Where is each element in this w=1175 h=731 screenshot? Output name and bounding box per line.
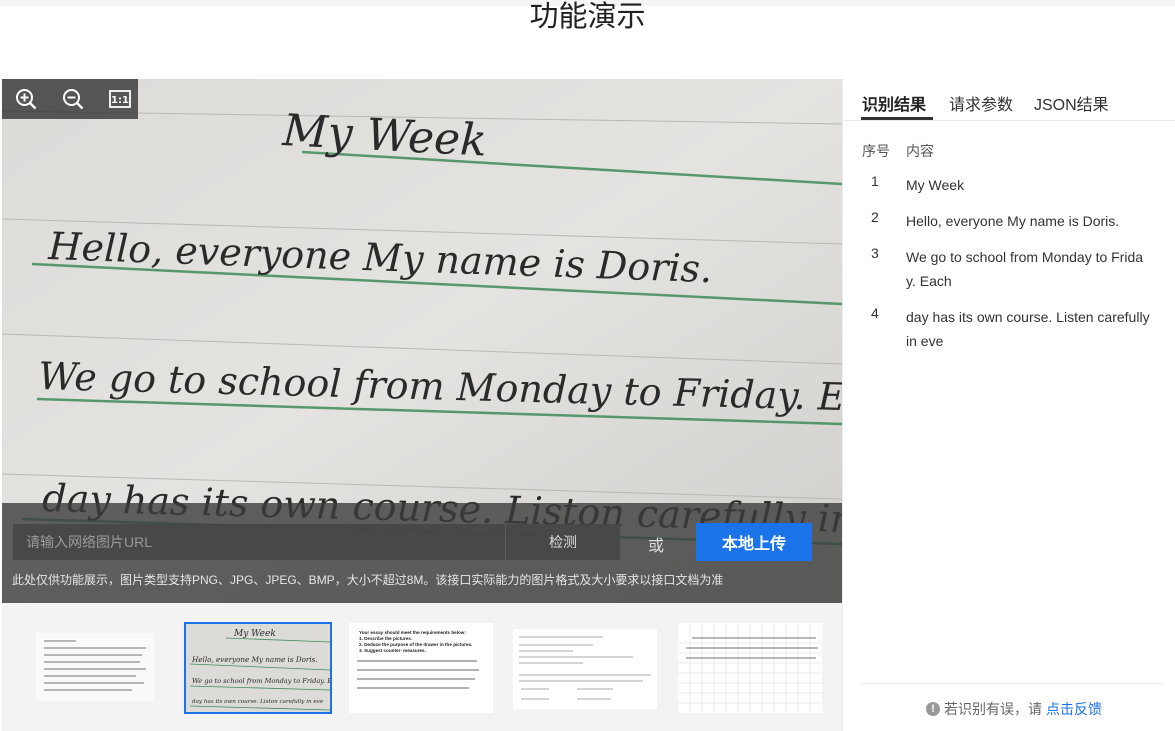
svg-text:Your essay should meet the req: Your essay should meet the requirements … [359, 630, 466, 635]
zoom-out-icon [63, 89, 84, 110]
zoom-out-button[interactable] [61, 87, 85, 111]
detect-button[interactable]: 检测 [505, 524, 620, 560]
url-input[interactable] [13, 524, 505, 560]
zoom-in-button[interactable] [14, 87, 38, 111]
info-icon: ! [926, 702, 940, 716]
row-index: 1 [871, 173, 879, 189]
thumbnail-my-week[interactable]: My Week Hello, everyone My name is Doris… [184, 622, 332, 714]
svg-text:We go to school from Monday to: We go to school from Monday to Friday. E… [192, 677, 330, 685]
tab-recognition-result[interactable]: 识别结果 [862, 91, 926, 115]
result-panel: 识别结果 请求参数 JSON结果 序号 内容 1 My Week 2 Hello… [842, 79, 1175, 731]
row-index: 3 [871, 245, 879, 261]
svg-text:day has its own course. Liston: day has its own course. Liston carefully… [192, 699, 324, 705]
row-text: We go to school from Monday to Friday. E… [906, 249, 1144, 289]
thumbnail-math[interactable] [513, 629, 657, 709]
tab-request-params[interactable]: 请求参数 [949, 91, 1013, 115]
row-index: 2 [871, 209, 879, 225]
result-tabs: 识别结果 请求参数 JSON结果 [843, 79, 1175, 121]
upload-overlay: 检测 或 本地上传 此处仅供功能展示，图片类型支持PNG、JPG、JPEG、BM… [2, 503, 842, 603]
row-text: My Week [906, 177, 965, 193]
image-preview: My Week Hello, everyone My name is Doris… [2, 79, 842, 603]
svg-text:1. Describe the pictures.: 1. Describe the pictures. [359, 636, 412, 641]
feedback-prefix: 若识别有误，请 [944, 701, 1042, 717]
handwriting-line-1: My Week [280, 105, 488, 167]
local-upload-button[interactable]: 本地上传 [696, 523, 812, 561]
row-index: 4 [871, 305, 879, 321]
svg-text:My Week: My Week [233, 629, 276, 639]
thumbnail-strip: My Week Hello, everyone My name is Doris… [2, 603, 842, 731]
format-note: 此处仅供功能展示，图片类型支持PNG、JPG、JPEG、BMP，大小不超过8M。… [12, 573, 724, 587]
page-title: 功能演示 [529, 1, 646, 33]
svg-text:3. Suggest counter- measures.: 3. Suggest counter- measures. [359, 648, 426, 653]
active-tab-indicator [861, 117, 933, 120]
column-header-index: 序号 [862, 143, 890, 159]
divider [861, 683, 1163, 684]
feedback-link[interactable]: 点击反馈 [1046, 699, 1102, 719]
zoom-in-icon [16, 89, 37, 110]
actual-size-icon: 1:1 [109, 90, 131, 108]
or-label: 或 [648, 538, 665, 555]
column-header-content: 内容 [906, 143, 934, 159]
thumbnail-essay[interactable]: Your essay should meet the requirements … [349, 623, 493, 713]
thumbnail-chinese-note[interactable] [36, 633, 154, 701]
svg-text:2. Deduce the purpose of the d: 2. Deduce the purpose of the drawer in t… [359, 642, 472, 647]
actual-size-button[interactable]: 1:1 [108, 87, 132, 111]
row-text: day has its own course. Listen carefully… [906, 309, 1150, 349]
svg-text:Hello, everyone My name is Dor: Hello, everyone My name is Doris. [191, 655, 318, 664]
zoom-toolbar: 1:1 [2, 79, 138, 119]
feedback-notice: ! 若识别有误，请 点击反馈 [926, 699, 1102, 719]
thumbnail-grid-paper[interactable] [678, 623, 822, 713]
tab-json-result[interactable]: JSON结果 [1034, 91, 1109, 115]
row-text: Hello, everyone My name is Doris. [906, 213, 1120, 229]
actual-size-label: 1:1 [111, 95, 129, 106]
